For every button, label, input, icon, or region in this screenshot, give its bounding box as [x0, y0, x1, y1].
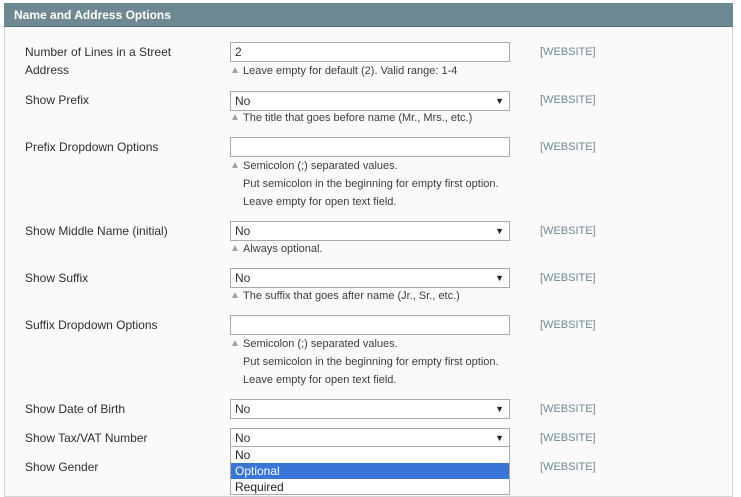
show-suffix-select[interactable]: No ▼ — [230, 268, 510, 288]
street-lines-value: 2 — [235, 45, 242, 59]
caret-down-icon: ▼ — [495, 433, 504, 443]
show-suffix-label: Show Suffix — [25, 271, 89, 285]
triangle-up-icon — [232, 292, 238, 298]
show-middle-name-scope: [WEBSITE] — [540, 225, 596, 237]
prefix-options-label: Prefix Dropdown Options — [25, 140, 159, 154]
suffix-options-scope: [WEBSITE] — [540, 319, 596, 331]
prefix-options-hint: Semicolon (;) separated values. Put semi… — [232, 157, 532, 211]
triangle-up-icon — [232, 114, 238, 120]
prefix-options-input[interactable] — [230, 137, 510, 157]
street-lines-input[interactable]: 2 — [230, 42, 510, 62]
caret-down-icon: ▼ — [495, 96, 504, 106]
triangle-up-icon — [232, 162, 238, 168]
street-lines-label: Number of Lines in a Street Address — [25, 45, 172, 77]
show-prefix-scope: [WEBSITE] — [540, 94, 596, 106]
caret-down-icon: ▼ — [495, 404, 504, 414]
triangle-up-icon — [232, 245, 238, 251]
show-dob-select[interactable]: No ▼ — [230, 399, 510, 419]
show-middle-name-select[interactable]: No ▼ — [230, 221, 510, 241]
show-prefix-select[interactable]: No ▼ — [230, 91, 510, 111]
triangle-up-icon — [232, 67, 238, 73]
show-gender-scope: [WEBSITE] — [540, 461, 596, 473]
suffix-options-label: Suffix Dropdown Options — [25, 318, 158, 332]
show-dob-scope: [WEBSITE] — [540, 403, 596, 415]
street-lines-hint: Leave empty for default (2). Valid range… — [232, 62, 532, 80]
show-taxvat-select[interactable]: No ▼ — [230, 428, 510, 448]
taxvat-dropdown-list[interactable]: No Optional Required — [230, 446, 510, 495]
suffix-options-input[interactable] — [230, 315, 510, 335]
show-taxvat-label: Show Tax/VAT Number — [25, 431, 148, 445]
street-lines-scope: [WEBSITE] — [540, 46, 596, 58]
caret-down-icon: ▼ — [495, 226, 504, 236]
triangle-up-icon — [232, 340, 238, 346]
show-middle-name-label: Show Middle Name (initial) — [25, 224, 168, 238]
dropdown-option-required[interactable]: Required — [231, 479, 509, 495]
show-middle-name-hint: Always optional. — [232, 240, 532, 258]
prefix-options-scope: [WEBSITE] — [540, 141, 596, 153]
section-title: Name and Address Options — [14, 8, 171, 22]
show-dob-label: Show Date of Birth — [25, 402, 126, 416]
dropdown-option-optional[interactable]: Optional — [231, 463, 509, 479]
show-gender-label: Show Gender — [25, 460, 99, 474]
section-header[interactable]: Name and Address Options — [4, 3, 733, 27]
show-suffix-hint: The suffix that goes after name (Jr., Sr… — [232, 287, 532, 305]
show-prefix-label: Show Prefix — [25, 93, 90, 107]
show-prefix-value: No — [235, 94, 251, 108]
dropdown-option-no[interactable]: No — [231, 447, 509, 463]
show-prefix-hint: The title that goes before name (Mr., Mr… — [232, 109, 532, 127]
suffix-options-hint: Semicolon (;) separated values. Put semi… — [232, 335, 532, 389]
caret-down-icon: ▼ — [495, 273, 504, 283]
show-taxvat-scope: [WEBSITE] — [540, 432, 596, 444]
show-suffix-scope: [WEBSITE] — [540, 272, 596, 284]
